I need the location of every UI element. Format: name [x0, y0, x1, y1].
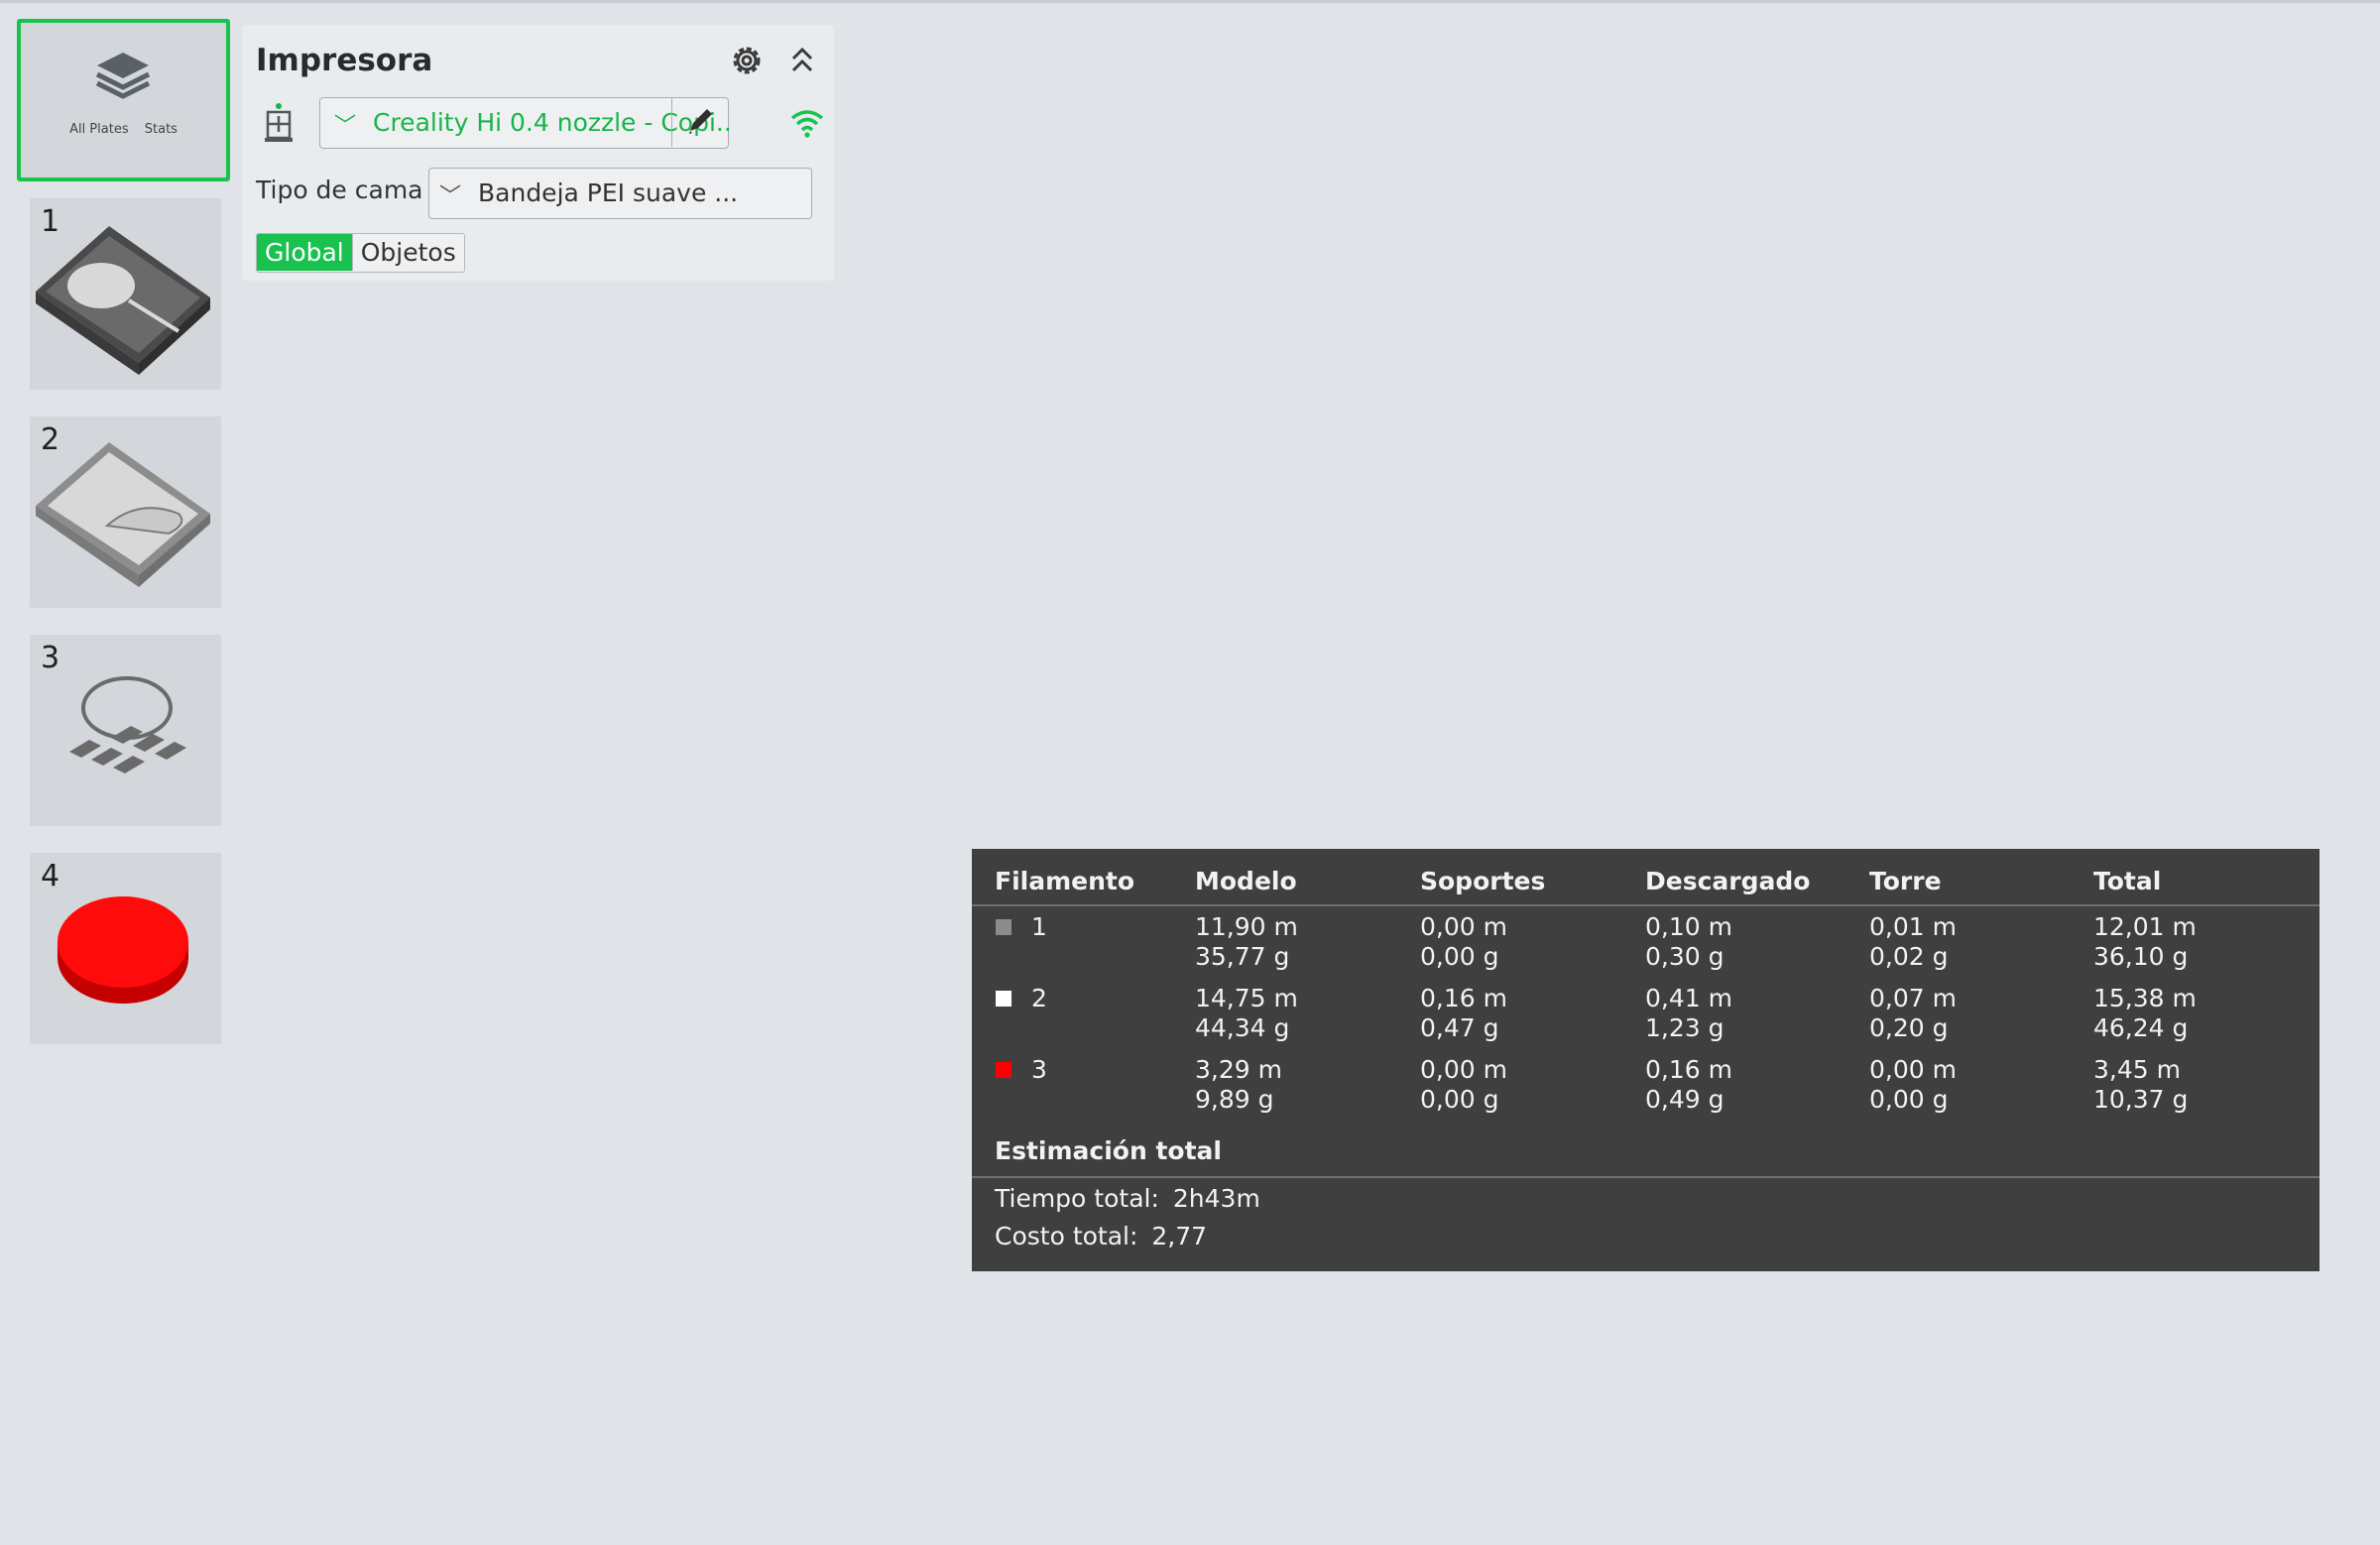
filament-color-swatch — [996, 1062, 1012, 1078]
modelo-length: 11,90 m — [1195, 912, 1298, 941]
plate-thumbnail-2[interactable]: 2 — [30, 416, 221, 608]
collapse-icon[interactable] — [787, 43, 817, 78]
total-time-row: Tiempo total: 2h43m — [995, 1184, 1260, 1213]
soportes-weight: 0,47 g — [1420, 1013, 1499, 1042]
filament-color-swatch — [996, 919, 1012, 935]
descargado-weight: 1,23 g — [1645, 1013, 1725, 1042]
col-header-torre: Torre — [1869, 867, 1942, 895]
tab-objetos[interactable]: Objetos — [351, 234, 464, 271]
filament-id: 3 — [1031, 1055, 1047, 1084]
tab-global[interactable]: Global — [257, 234, 352, 271]
torre-length: 0,07 m — [1869, 984, 1957, 1012]
total-length: 3,45 m — [2093, 1055, 2181, 1084]
plate-thumbnail-4[interactable]: 4 — [30, 853, 221, 1044]
filament-color-swatch — [996, 991, 1012, 1007]
plate-number: 4 — [41, 859, 60, 893]
modelo-weight: 9,89 g — [1195, 1085, 1274, 1114]
plate-number: 2 — [41, 422, 60, 457]
col-header-soportes: Soportes — [1420, 867, 1546, 895]
descargado-length: 0,10 m — [1645, 912, 1732, 941]
filament-stats-panel: Filamento Modelo Soportes Descargado Tor… — [972, 849, 2320, 1271]
summary-divider — [972, 1176, 2320, 1178]
total-cost-row: Costo total: 2,77 — [995, 1222, 1207, 1250]
bed-type-label: Tipo de cama — [256, 176, 423, 204]
plate-thumbnail-1[interactable]: 1 — [30, 198, 221, 390]
header-divider — [972, 904, 2320, 906]
filament-id: 2 — [1031, 984, 1047, 1012]
printer-icon — [265, 103, 293, 142]
all-plates-stats-button[interactable]: All Plates Stats — [17, 19, 230, 181]
soportes-weight: 0,00 g — [1420, 1085, 1499, 1114]
wifi-icon[interactable] — [789, 106, 825, 140]
soportes-length: 0,00 m — [1420, 912, 1507, 941]
edit-printer-button[interactable] — [671, 98, 728, 147]
modelo-weight: 35,77 g — [1195, 942, 1290, 971]
torre-length: 0,00 m — [1869, 1055, 1957, 1084]
stats-label: Stats — [144, 122, 178, 137]
chevron-down-icon: ﹀ — [439, 184, 462, 209]
printer-panel: Impresora ﹀ Creality Hi 0.4 nozzle - Cop… — [242, 25, 834, 281]
bed-type-value: Bandeja PEI suave ... — [478, 178, 739, 207]
descargado-weight: 0,49 g — [1645, 1085, 1725, 1114]
bed-type-select[interactable]: ﹀ Bandeja PEI suave ... — [428, 168, 812, 219]
plate-thumbnail-3[interactable]: 3 — [30, 635, 221, 826]
pencil-icon — [689, 109, 712, 134]
printer-panel-title: Impresora — [256, 43, 433, 78]
total-weight: 10,37 g — [2093, 1085, 2189, 1114]
col-header-descargado: Descargado — [1645, 867, 1811, 895]
summary-title: Estimación total — [995, 1136, 1222, 1165]
all-plates-label: All Plates — [69, 122, 129, 137]
gear-icon[interactable] — [728, 42, 766, 79]
plate-number: 3 — [41, 641, 60, 675]
chevron-down-icon: ﹀ — [334, 114, 357, 139]
settings-tabs: Global Objetos — [256, 233, 465, 273]
soportes-weight: 0,00 g — [1420, 942, 1499, 971]
soportes-length: 0,00 m — [1420, 1055, 1507, 1084]
total-cost-value: 2,77 — [1151, 1222, 1208, 1250]
modelo-weight: 44,34 g — [1195, 1013, 1290, 1042]
top-border — [0, 0, 2380, 3]
total-time-label: Tiempo total: — [995, 1184, 1159, 1213]
total-length: 15,38 m — [2093, 984, 2197, 1012]
layers-icon — [95, 53, 151, 99]
total-weight: 36,10 g — [2093, 942, 2189, 971]
plate-number: 1 — [41, 204, 60, 239]
descargado-weight: 0,30 g — [1645, 942, 1725, 971]
filament-id: 1 — [1031, 912, 1047, 941]
soportes-length: 0,16 m — [1420, 984, 1507, 1012]
torre-weight: 0,02 g — [1869, 942, 1949, 971]
descargado-length: 0,41 m — [1645, 984, 1732, 1012]
total-time-value: 2h43m — [1172, 1184, 1260, 1213]
col-header-modelo: Modelo — [1195, 867, 1297, 895]
descargado-length: 0,16 m — [1645, 1055, 1732, 1084]
modelo-length: 3,29 m — [1195, 1055, 1282, 1084]
total-cost-label: Costo total: — [995, 1222, 1138, 1250]
torre-weight: 0,00 g — [1869, 1085, 1949, 1114]
total-length: 12,01 m — [2093, 912, 2197, 941]
total-weight: 46,24 g — [2093, 1013, 2189, 1042]
printer-select[interactable]: ﹀ Creality Hi 0.4 nozzle - Copi.. — [319, 97, 732, 149]
torre-weight: 0,20 g — [1869, 1013, 1949, 1042]
modelo-length: 14,75 m — [1195, 984, 1298, 1012]
col-header-total: Total — [2093, 867, 2162, 895]
torre-length: 0,01 m — [1869, 912, 1957, 941]
col-header-filamento: Filamento — [995, 867, 1135, 895]
